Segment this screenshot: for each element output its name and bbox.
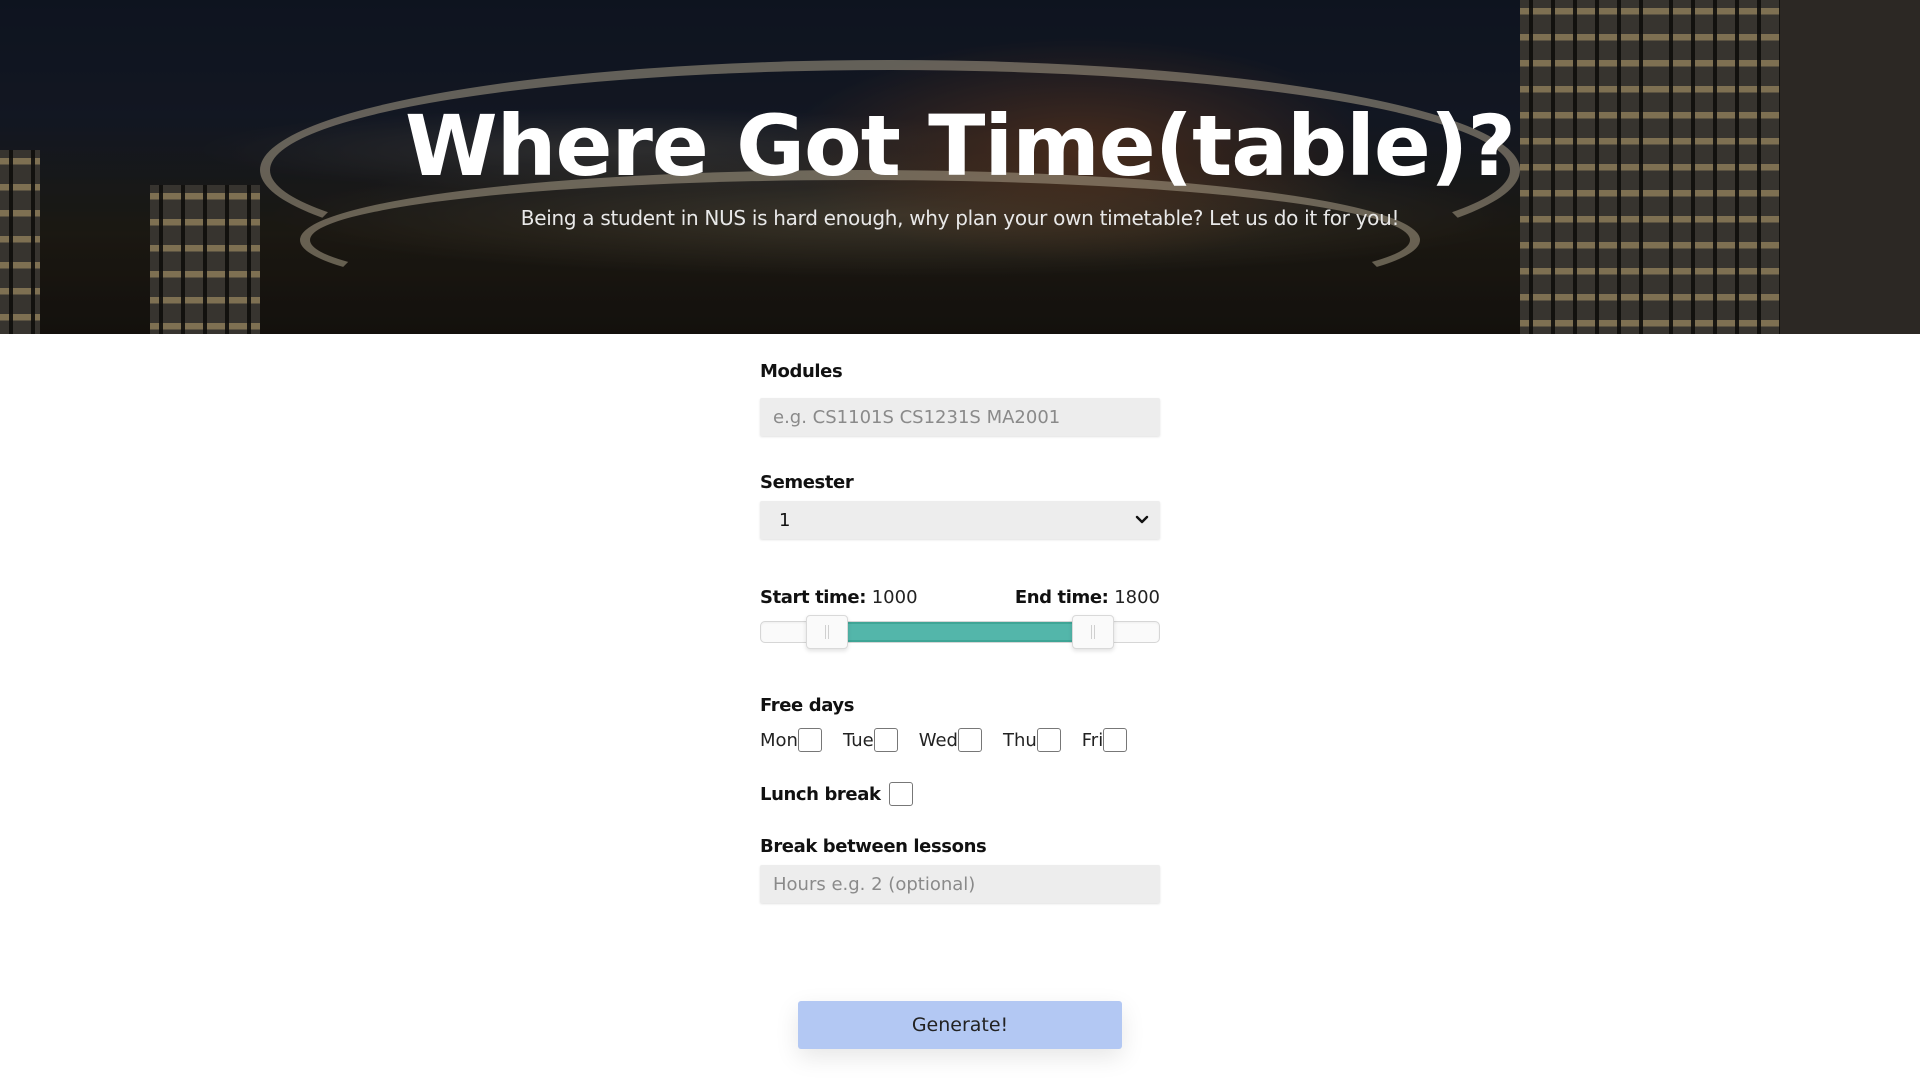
semester-label: Semester xyxy=(760,472,854,493)
hero-banner: Where Got Time(table)? Being a student i… xyxy=(0,0,1920,334)
free-day-fri[interactable]: Fri xyxy=(1081,728,1128,752)
day-label: Fri xyxy=(1081,729,1104,751)
timetable-form: Modules Semester 1 Start time: 1000 End … xyxy=(760,334,1160,903)
modules-input[interactable] xyxy=(760,398,1160,436)
start-time-readout: Start time: 1000 xyxy=(760,587,918,608)
checkbox-thu[interactable] xyxy=(1036,728,1061,752)
semester-select[interactable]: 1 xyxy=(760,501,1160,539)
break-hours-input[interactable] xyxy=(760,865,1160,903)
day-label: Tue xyxy=(842,729,874,751)
free-day-tue[interactable]: Tue xyxy=(843,728,898,752)
checkbox-wed[interactable] xyxy=(957,728,982,752)
free-days-group: Mon Tue Wed Thu Fri xyxy=(760,728,1160,752)
modules-label: Modules xyxy=(760,361,843,382)
free-days-label: Free days xyxy=(760,695,855,716)
day-label: Mon xyxy=(760,729,798,751)
slider-selected-range xyxy=(826,622,1094,642)
time-range-slider[interactable] xyxy=(760,615,1160,649)
page-subtitle: Being a student in NUS is hard enough, w… xyxy=(520,206,1400,230)
checkbox-fri[interactable] xyxy=(1103,728,1128,752)
checkbox-tue[interactable] xyxy=(873,728,898,752)
end-time-value: 1800 xyxy=(1114,587,1160,608)
page-title: Where Got Time(table)? xyxy=(405,97,1516,195)
checkbox-mon[interactable] xyxy=(797,728,822,752)
break-between-label: Break between lessons xyxy=(760,836,987,857)
free-day-mon[interactable]: Mon xyxy=(760,728,822,752)
free-day-wed[interactable]: Wed xyxy=(919,728,982,752)
end-time-readout: End time: 1800 xyxy=(1015,587,1160,608)
day-label: Wed xyxy=(918,729,958,751)
chevron-down-icon xyxy=(1135,515,1149,524)
lunch-break-checkbox[interactable] xyxy=(888,782,913,806)
end-time-handle[interactable] xyxy=(1072,615,1115,649)
end-time-label: End time: xyxy=(1014,587,1109,608)
semester-selected-value: 1 xyxy=(779,510,791,531)
generate-button[interactable]: Generate! xyxy=(798,1001,1122,1049)
time-range-labels: Start time: 1000 End time: 1800 xyxy=(760,587,1160,611)
start-time-label: Start time: xyxy=(760,587,866,608)
free-day-thu[interactable]: Thu xyxy=(1003,728,1061,752)
day-label: Thu xyxy=(1002,729,1037,751)
start-time-value: 1000 xyxy=(871,587,918,608)
start-time-handle[interactable] xyxy=(805,615,848,649)
lunch-break-label: Lunch break xyxy=(760,783,881,805)
lunch-break-option[interactable]: Lunch break xyxy=(760,782,1160,806)
